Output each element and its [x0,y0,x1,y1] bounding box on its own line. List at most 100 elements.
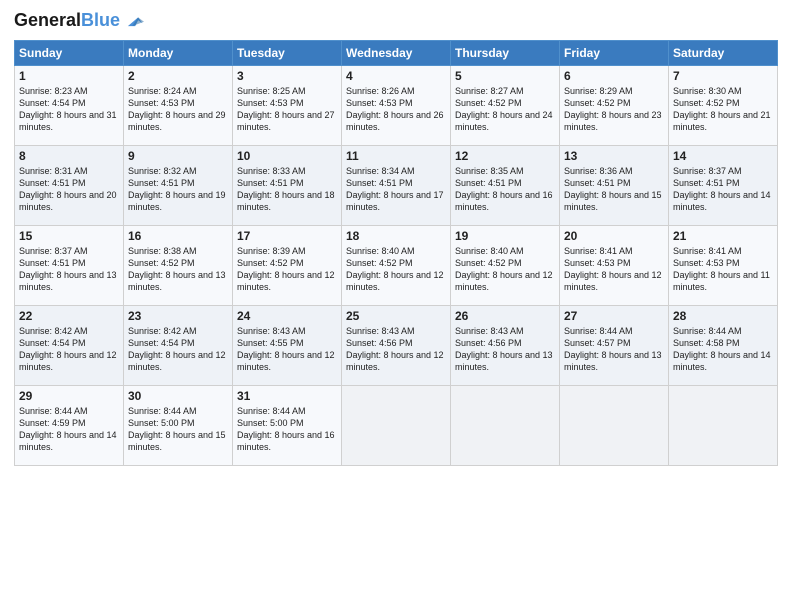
calendar-cell: 26 Sunrise: 8:43 AMSunset: 4:56 PMDaylig… [451,306,560,386]
calendar-week-row: 15 Sunrise: 8:37 AMSunset: 4:51 PMDaylig… [15,226,778,306]
day-number: 30 [128,389,228,403]
calendar-cell: 10 Sunrise: 8:33 AMSunset: 4:51 PMDaylig… [233,146,342,226]
logo: GeneralBlue [14,10,144,32]
cell-info: Sunrise: 8:43 AMSunset: 4:56 PMDaylight:… [346,326,444,372]
calendar-container: GeneralBlue SundayMondayTuesdayWednesday… [0,0,792,612]
cell-info: Sunrise: 8:38 AMSunset: 4:52 PMDaylight:… [128,246,226,292]
calendar-cell: 4 Sunrise: 8:26 AMSunset: 4:53 PMDayligh… [342,66,451,146]
day-number: 15 [19,229,119,243]
cell-info: Sunrise: 8:42 AMSunset: 4:54 PMDaylight:… [128,326,226,372]
day-number: 21 [673,229,773,243]
cell-info: Sunrise: 8:44 AMSunset: 4:57 PMDaylight:… [564,326,662,372]
day-number: 19 [455,229,555,243]
cell-info: Sunrise: 8:39 AMSunset: 4:52 PMDaylight:… [237,246,335,292]
cell-info: Sunrise: 8:27 AMSunset: 4:52 PMDaylight:… [455,86,553,132]
header: GeneralBlue [14,10,778,32]
cell-info: Sunrise: 8:30 AMSunset: 4:52 PMDaylight:… [673,86,771,132]
calendar-cell: 11 Sunrise: 8:34 AMSunset: 4:51 PMDaylig… [342,146,451,226]
cell-info: Sunrise: 8:44 AMSunset: 5:00 PMDaylight:… [128,406,226,452]
calendar-cell: 29 Sunrise: 8:44 AMSunset: 4:59 PMDaylig… [15,386,124,466]
day-number: 2 [128,69,228,83]
cell-info: Sunrise: 8:42 AMSunset: 4:54 PMDaylight:… [19,326,117,372]
day-number: 9 [128,149,228,163]
calendar-cell: 30 Sunrise: 8:44 AMSunset: 5:00 PMDaylig… [124,386,233,466]
day-number: 7 [673,69,773,83]
cell-info: Sunrise: 8:44 AMSunset: 4:58 PMDaylight:… [673,326,771,372]
cell-info: Sunrise: 8:29 AMSunset: 4:52 PMDaylight:… [564,86,662,132]
calendar-cell [342,386,451,466]
calendar-week-row: 8 Sunrise: 8:31 AMSunset: 4:51 PMDayligh… [15,146,778,226]
cell-info: Sunrise: 8:44 AMSunset: 4:59 PMDaylight:… [19,406,117,452]
day-number: 11 [346,149,446,163]
day-number: 22 [19,309,119,323]
calendar-cell: 18 Sunrise: 8:40 AMSunset: 4:52 PMDaylig… [342,226,451,306]
calendar-cell: 5 Sunrise: 8:27 AMSunset: 4:52 PMDayligh… [451,66,560,146]
day-number: 26 [455,309,555,323]
cell-info: Sunrise: 8:41 AMSunset: 4:53 PMDaylight:… [673,246,770,292]
cell-info: Sunrise: 8:31 AMSunset: 4:51 PMDaylight:… [19,166,117,212]
calendar-cell: 13 Sunrise: 8:36 AMSunset: 4:51 PMDaylig… [560,146,669,226]
day-number: 3 [237,69,337,83]
weekday-header-cell: Saturday [669,41,778,66]
day-number: 18 [346,229,446,243]
cell-info: Sunrise: 8:33 AMSunset: 4:51 PMDaylight:… [237,166,335,212]
cell-info: Sunrise: 8:40 AMSunset: 4:52 PMDaylight:… [455,246,553,292]
day-number: 1 [19,69,119,83]
day-number: 27 [564,309,664,323]
cell-info: Sunrise: 8:36 AMSunset: 4:51 PMDaylight:… [564,166,662,212]
day-number: 23 [128,309,228,323]
cell-info: Sunrise: 8:43 AMSunset: 4:56 PMDaylight:… [455,326,553,372]
cell-info: Sunrise: 8:41 AMSunset: 4:53 PMDaylight:… [564,246,662,292]
calendar-cell: 24 Sunrise: 8:43 AMSunset: 4:55 PMDaylig… [233,306,342,386]
calendar-cell: 20 Sunrise: 8:41 AMSunset: 4:53 PMDaylig… [560,226,669,306]
cell-info: Sunrise: 8:24 AMSunset: 4:53 PMDaylight:… [128,86,226,132]
calendar-week-row: 1 Sunrise: 8:23 AMSunset: 4:54 PMDayligh… [15,66,778,146]
calendar-cell: 12 Sunrise: 8:35 AMSunset: 4:51 PMDaylig… [451,146,560,226]
calendar-cell: 22 Sunrise: 8:42 AMSunset: 4:54 PMDaylig… [15,306,124,386]
calendar-cell: 6 Sunrise: 8:29 AMSunset: 4:52 PMDayligh… [560,66,669,146]
day-number: 14 [673,149,773,163]
logo-text: GeneralBlue [14,11,120,31]
calendar-week-row: 29 Sunrise: 8:44 AMSunset: 4:59 PMDaylig… [15,386,778,466]
calendar-cell: 1 Sunrise: 8:23 AMSunset: 4:54 PMDayligh… [15,66,124,146]
calendar-cell: 23 Sunrise: 8:42 AMSunset: 4:54 PMDaylig… [124,306,233,386]
calendar-cell [451,386,560,466]
calendar-cell: 14 Sunrise: 8:37 AMSunset: 4:51 PMDaylig… [669,146,778,226]
day-number: 28 [673,309,773,323]
calendar-cell [560,386,669,466]
day-number: 4 [346,69,446,83]
day-number: 31 [237,389,337,403]
logo-icon [122,10,144,32]
day-number: 16 [128,229,228,243]
cell-info: Sunrise: 8:35 AMSunset: 4:51 PMDaylight:… [455,166,553,212]
day-number: 6 [564,69,664,83]
calendar-week-row: 22 Sunrise: 8:42 AMSunset: 4:54 PMDaylig… [15,306,778,386]
calendar-cell: 9 Sunrise: 8:32 AMSunset: 4:51 PMDayligh… [124,146,233,226]
day-number: 24 [237,309,337,323]
calendar-cell: 21 Sunrise: 8:41 AMSunset: 4:53 PMDaylig… [669,226,778,306]
calendar-body: 1 Sunrise: 8:23 AMSunset: 4:54 PMDayligh… [15,66,778,466]
weekday-header-cell: Tuesday [233,41,342,66]
cell-info: Sunrise: 8:37 AMSunset: 4:51 PMDaylight:… [19,246,117,292]
cell-info: Sunrise: 8:25 AMSunset: 4:53 PMDaylight:… [237,86,335,132]
cell-info: Sunrise: 8:44 AMSunset: 5:00 PMDaylight:… [237,406,335,452]
weekday-header-cell: Thursday [451,41,560,66]
weekday-header-cell: Monday [124,41,233,66]
calendar-cell: 27 Sunrise: 8:44 AMSunset: 4:57 PMDaylig… [560,306,669,386]
calendar-cell: 15 Sunrise: 8:37 AMSunset: 4:51 PMDaylig… [15,226,124,306]
calendar-cell: 8 Sunrise: 8:31 AMSunset: 4:51 PMDayligh… [15,146,124,226]
day-number: 29 [19,389,119,403]
calendar-cell: 16 Sunrise: 8:38 AMSunset: 4:52 PMDaylig… [124,226,233,306]
cell-info: Sunrise: 8:23 AMSunset: 4:54 PMDaylight:… [19,86,117,132]
calendar-cell: 7 Sunrise: 8:30 AMSunset: 4:52 PMDayligh… [669,66,778,146]
weekday-header-row: SundayMondayTuesdayWednesdayThursdayFrid… [15,41,778,66]
day-number: 5 [455,69,555,83]
calendar-cell: 19 Sunrise: 8:40 AMSunset: 4:52 PMDaylig… [451,226,560,306]
weekday-header-cell: Wednesday [342,41,451,66]
calendar-cell: 31 Sunrise: 8:44 AMSunset: 5:00 PMDaylig… [233,386,342,466]
cell-info: Sunrise: 8:34 AMSunset: 4:51 PMDaylight:… [346,166,444,212]
day-number: 12 [455,149,555,163]
cell-info: Sunrise: 8:32 AMSunset: 4:51 PMDaylight:… [128,166,226,212]
day-number: 25 [346,309,446,323]
day-number: 20 [564,229,664,243]
